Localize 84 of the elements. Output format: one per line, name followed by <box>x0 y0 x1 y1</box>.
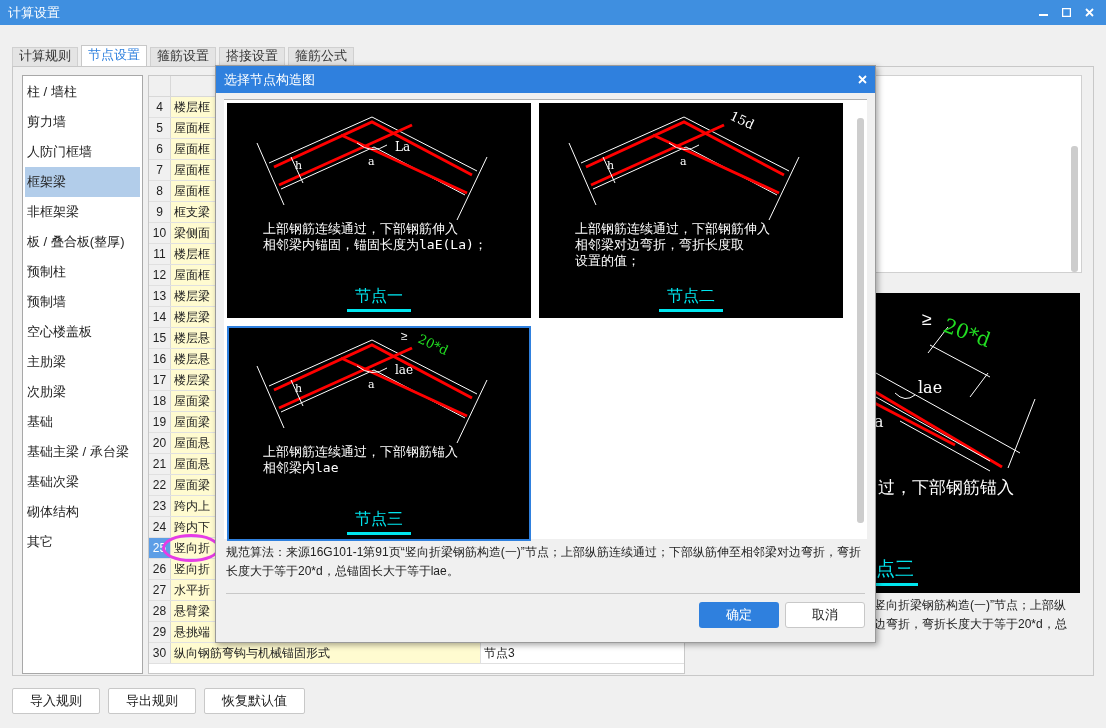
node-caption: 节点一 <box>355 287 403 304</box>
footer-button[interactable]: 导出规则 <box>108 688 196 714</box>
category-item[interactable]: 基础次梁 <box>25 467 140 497</box>
window-title: 计算设置 <box>8 3 60 22</box>
category-item[interactable]: 基础主梁 / 承台梁 <box>25 437 140 467</box>
close-icon[interactable] <box>858 75 867 84</box>
node-diagram-card[interactable]: h a lae ≥ 20*d 上部钢筋连续通过，下部钢筋锚入 相邻梁内lae 节点三 <box>227 326 531 541</box>
row-number: 23 <box>149 496 171 516</box>
row-number: 27 <box>149 580 171 600</box>
dimension-label: h <box>607 159 615 172</box>
diagram-description: 过，下部钢筋锚入 <box>878 478 1014 497</box>
row-number: 20 <box>149 433 171 453</box>
footer-button[interactable]: 导入规则 <box>12 688 100 714</box>
category-item[interactable]: 柱 / 墙柱 <box>25 77 140 107</box>
table-cell-text: 节点3 <box>483 645 516 662</box>
diagram-description: 相邻梁内lae <box>263 460 339 475</box>
category-item[interactable]: 基础 <box>25 407 140 437</box>
category-item[interactable]: 剪力墙 <box>25 107 140 137</box>
tab[interactable]: 箍筋设置 <box>150 47 216 66</box>
inequality-sign: ≥ <box>401 329 408 343</box>
tab[interactable]: 节点设置 <box>81 45 147 66</box>
node-caption: 节点二 <box>667 287 715 304</box>
category-item[interactable]: 非框架梁 <box>25 197 140 227</box>
anchor-length-label: lae <box>918 378 943 397</box>
category-item[interactable]: 板 / 叠合板(整厚) <box>25 227 140 257</box>
row-number: 14 <box>149 307 171 327</box>
close-icon[interactable] <box>1085 8 1094 17</box>
category-item[interactable]: 预制墙 <box>25 287 140 317</box>
row-number: 28 <box>149 601 171 621</box>
dimension-label: h <box>295 159 303 172</box>
bend-length-label: 20*d <box>940 313 994 353</box>
category-item[interactable]: 框架梁 <box>25 167 140 197</box>
category-item[interactable]: 预制柱 <box>25 257 140 287</box>
row-number: 13 <box>149 286 171 306</box>
diagram-description: 上部钢筋连续通过，下部钢筋伸入 <box>263 221 458 236</box>
inequality-sign: ≥ <box>922 309 932 329</box>
diagram-description: 设置的值； <box>575 253 640 268</box>
row-number: 5 <box>149 118 171 138</box>
category-item[interactable]: 次肋梁 <box>25 377 140 407</box>
tab[interactable]: 计算规则 <box>12 47 78 66</box>
node-diagram-card[interactable]: h a La 上部钢筋连续通过，下部钢筋伸入 相邻梁内锚固，锚固长度为laE(La)； 节点一 <box>227 103 531 318</box>
row-number: 15 <box>149 328 171 348</box>
category-item[interactable]: 人防门框墙 <box>25 137 140 167</box>
node-diagram-card[interactable]: h a 15d 上部钢筋连续通过，下部钢筋伸入 相邻梁对边弯折，弯折长度取 设置的值； 节点二 <box>539 103 843 318</box>
diagram-description: 相邻梁对边弯折，弯折长度取 <box>575 237 744 252</box>
row-number: 4 <box>149 97 171 117</box>
row-number: 10 <box>149 223 171 243</box>
angle-label: a <box>680 155 687 168</box>
scrollbar[interactable] <box>1071 146 1078 272</box>
row-number: 26 <box>149 559 171 579</box>
row-number: 18 <box>149 391 171 411</box>
caption-underline <box>347 532 411 535</box>
angle-label: a <box>368 378 375 391</box>
caption-underline <box>659 309 723 312</box>
dialog-title: 选择节点构造图 <box>224 70 315 89</box>
category-item[interactable]: 空心楼盖板 <box>25 317 140 347</box>
category-item[interactable]: 主肋梁 <box>25 347 140 377</box>
row-number: 24 <box>149 517 171 537</box>
dialog-button[interactable]: 确定 <box>699 602 779 628</box>
table-cell: 纵向钢筋弯钩与机械锚固形式 <box>171 643 481 663</box>
node-caption: 点三 <box>876 558 914 579</box>
row-number: 22 <box>149 475 171 495</box>
category-item[interactable]: 砌体结构 <box>25 497 140 527</box>
row-number: 12 <box>149 265 171 285</box>
row-number: 16 <box>149 349 171 369</box>
row-number: 30 <box>149 643 171 663</box>
row-number: 6 <box>149 139 171 159</box>
row-number: 21 <box>149 454 171 474</box>
row-number: 9 <box>149 202 171 222</box>
bend-length-label: 15d <box>727 108 757 133</box>
category-item[interactable]: 其它 <box>25 527 140 557</box>
row-number: 8 <box>149 181 171 201</box>
diagram-description: 上部钢筋连续通过，下部钢筋伸入 <box>575 221 770 236</box>
caption-underline <box>347 309 411 312</box>
scrollbar[interactable] <box>856 118 864 523</box>
footer-button[interactable]: 恢复默认值 <box>204 688 305 714</box>
row-number: 11 <box>149 244 171 264</box>
row-number: 19 <box>149 412 171 432</box>
dialog-button[interactable]: 取消 <box>785 602 865 628</box>
row-number: 7 <box>149 160 171 180</box>
anchor-length-label: La <box>395 140 411 154</box>
row-number: 17 <box>149 370 171 390</box>
row-number: 29 <box>149 622 171 642</box>
maximize-icon[interactable] <box>1062 8 1071 17</box>
